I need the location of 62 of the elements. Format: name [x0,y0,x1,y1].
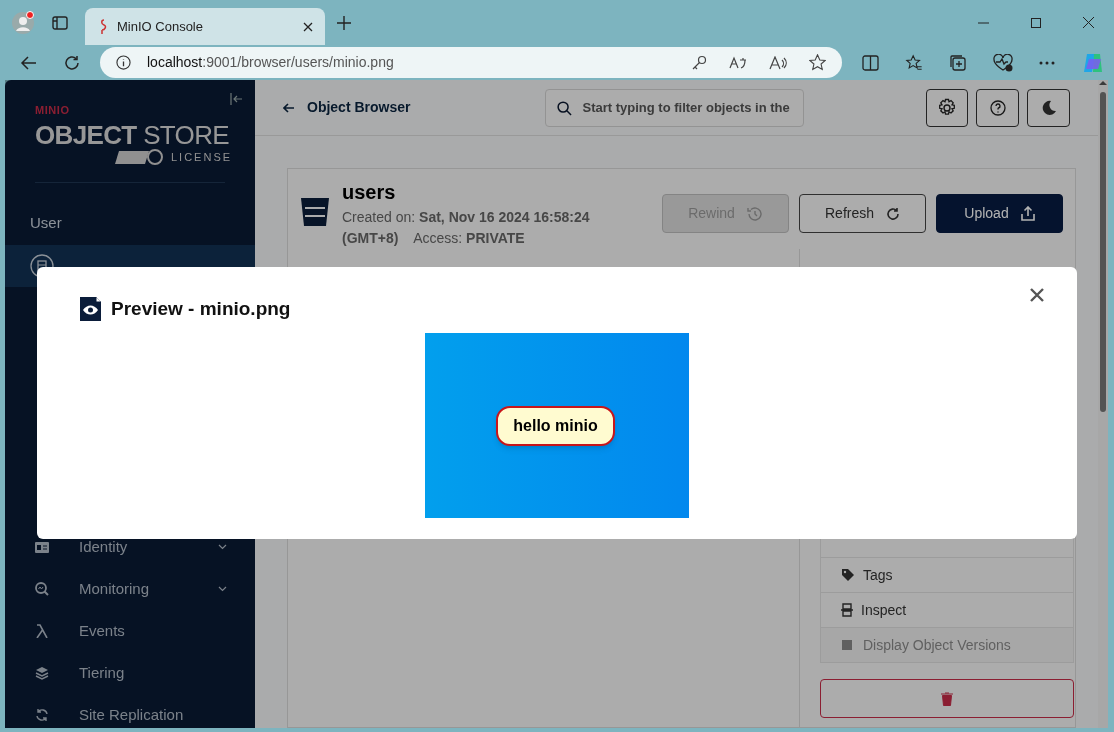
action-item[interactable]: Tags [820,558,1074,593]
translate-icon[interactable] [729,55,747,70]
browser-tab[interactable]: MinIO Console [85,8,325,45]
tab-title: MinIO Console [117,17,204,36]
nav-item[interactable]: Monitoring [5,568,255,610]
refresh-button[interactable]: Refresh [799,194,926,233]
close-icon[interactable] [1083,17,1094,28]
logo-title: OBJECT STORE [35,121,230,149]
heart-pulse-icon[interactable] [993,53,1013,72]
key-icon[interactable] [691,54,707,71]
maximize-icon[interactable] [1031,17,1041,28]
upload-icon [1020,206,1035,221]
star-icon[interactable] [809,54,826,71]
new-tab-icon[interactable] [337,15,351,30]
minimize-icon[interactable] [978,21,989,24]
dark-mode-button[interactable] [1027,88,1070,127]
section-heading: User [30,213,63,233]
close-button[interactable] [1029,287,1045,303]
favorites-icon[interactable] [905,54,923,71]
versions-icon [841,639,855,651]
address-bar[interactable]: localhost:9001/browser/users/minio.png [100,47,842,78]
close-icon[interactable] [303,21,313,32]
collections-icon[interactable] [949,53,967,72]
license-label: LICENSE [171,150,233,165]
bucket-icon [300,196,330,228]
scrollbar-thumb[interactable] [1100,92,1106,412]
agpl-logo-icon [115,149,163,166]
bucket-details: Created on: Sat, Nov 16 2024 16:58:24 (GMT+8) Access: PRIVATE [342,208,591,248]
bucket-name: users [342,181,397,203]
info-icon[interactable] [116,55,131,70]
logo-mark: MINIO [35,105,70,116]
delete-button[interactable] [820,679,1074,718]
preview-file-icon [79,296,102,323]
settings-button[interactable] [926,88,968,127]
reload-icon[interactable] [64,54,80,71]
tag-icon [841,568,855,582]
split-screen-icon[interactable] [862,54,879,71]
tab-actions-icon[interactable] [52,14,68,31]
read-aloud-icon[interactable] [769,55,787,70]
search-field[interactable]: Start typing to filter objects in the [545,88,805,127]
scroll-up-icon[interactable] [1099,80,1107,86]
moon-icon [1040,99,1057,116]
back-arrow-icon [283,102,295,113]
image-label: hello minio [496,405,615,446]
back-arrow-icon[interactable] [20,55,37,70]
history-icon [746,205,763,222]
help-icon [989,99,1006,116]
collapse-sidebar-icon[interactable] [230,93,243,105]
trash-icon [941,691,953,706]
inspect-icon [841,603,853,617]
profile-icon[interactable] [11,10,35,35]
back-link[interactable]: Object Browser [283,97,411,118]
upload-button[interactable]: Upload [936,194,1063,233]
more-icon[interactable] [1039,60,1055,65]
url-text: localhost:9001/browser/users/minio.png [147,53,395,72]
refresh-icon [886,206,900,221]
dialog-title: Preview - minio.png [111,297,291,321]
nav-item[interactable]: Site Replication [5,694,255,728]
gear-icon [937,97,957,118]
help-button[interactable] [976,88,1019,127]
nav-item[interactable]: Events [5,610,255,652]
nav-item[interactable]: Tiering [5,652,255,694]
